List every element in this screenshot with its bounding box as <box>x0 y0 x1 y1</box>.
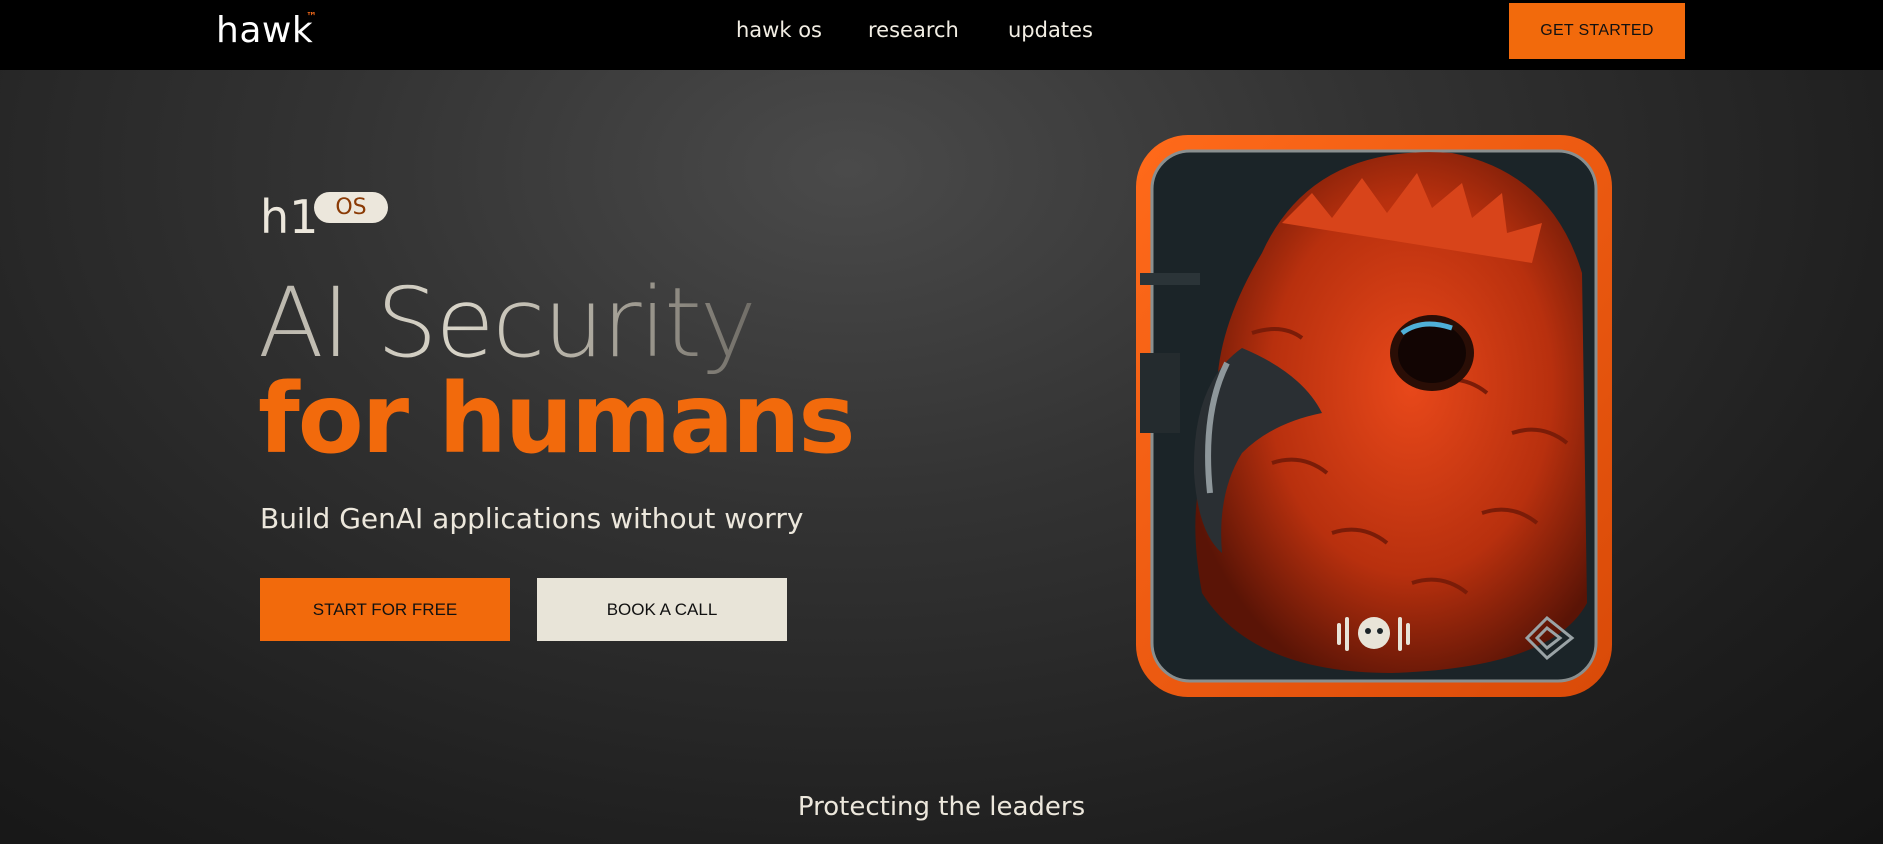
nav-link-research[interactable]: research <box>868 18 959 42</box>
product-tag: h1 <box>260 190 319 244</box>
headline-line-1: AI Security <box>258 267 757 379</box>
mascot-icon <box>1337 617 1410 651</box>
hawk-card-illustration <box>1136 135 1612 697</box>
book-a-call-button[interactable]: BOOK A CALL <box>537 578 787 641</box>
top-navbar: hawk ™ hawk os research updates GET STAR… <box>0 0 1883 70</box>
protecting-leaders-heading: Protecting the leaders <box>797 792 1086 822</box>
start-for-free-button[interactable]: START FOR FREE <box>260 578 510 641</box>
os-badge: OS <box>314 192 388 223</box>
nav-link-hawk-os[interactable]: hawk os <box>736 18 822 42</box>
get-started-button[interactable]: GET STARTED <box>1509 3 1685 59</box>
nav-link-updates[interactable]: updates <box>1008 18 1093 42</box>
headline-line-2: for humans <box>258 363 855 475</box>
hawk-logo[interactable]: hawk ™ <box>216 10 317 51</box>
trademark-mark: ™ <box>306 10 318 23</box>
hero-subtitle: Build GenAI applications without worry <box>260 502 804 535</box>
logo-text: hawk <box>216 10 314 51</box>
